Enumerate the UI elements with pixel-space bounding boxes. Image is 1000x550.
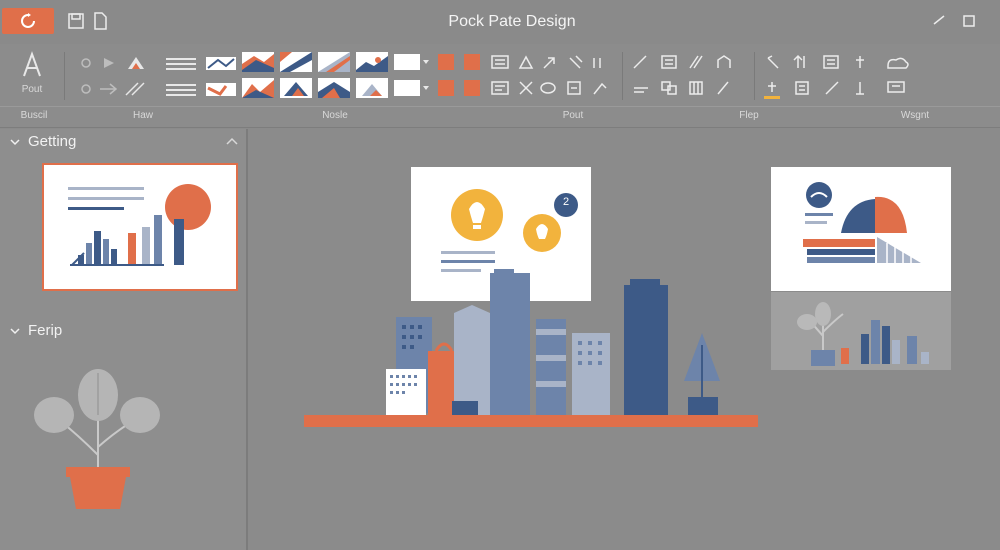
section-label: Ferip	[28, 322, 63, 339]
chart-card-lower-art	[797, 302, 929, 366]
slides-panel: Getting Ferip	[0, 129, 248, 550]
maximize-icon[interactable]	[960, 12, 978, 30]
color-swatches[interactable]	[438, 54, 484, 100]
slide-badge: 2	[562, 196, 570, 208]
chevron-down-icon	[10, 327, 20, 334]
minimize-icon[interactable]	[930, 12, 948, 30]
section-header-ferip[interactable]: Ferip	[10, 322, 62, 339]
format-icons-row2[interactable]	[78, 80, 238, 98]
ribbon-toolbar: Pout Buscil Haw Nosle Pout Flep Wsgnt	[0, 44, 1000, 128]
text-tool-icon[interactable]	[18, 50, 46, 80]
window-title: Pock Pate Design	[448, 13, 576, 30]
chevron-down-icon	[10, 138, 20, 145]
group-label-haw: Haw	[132, 110, 153, 121]
review-tools[interactable]	[764, 54, 914, 102]
group-label-flep: Flep	[739, 110, 759, 121]
chevron-up-icon[interactable]	[226, 137, 238, 147]
plant-illustration	[34, 369, 160, 509]
group-label-nosle: Nosle	[322, 110, 348, 121]
slide-thumbnail-selected[interactable]	[42, 163, 238, 291]
chart-card-art	[803, 182, 921, 263]
insert-tools[interactable]	[490, 54, 610, 102]
group-label-pout: Pout	[562, 110, 584, 121]
draw-tools[interactable]	[632, 54, 742, 102]
chart-card[interactable]	[771, 167, 951, 291]
title-bar: Pock Pate Design	[0, 0, 1000, 44]
layout-dropdown[interactable]	[394, 54, 430, 102]
format-icons-row1[interactable]	[78, 54, 238, 72]
section-label: Getting	[28, 133, 77, 150]
city-skyline-illustration	[304, 269, 758, 427]
first-tool-caption: Pout	[21, 84, 43, 95]
slide-canvas[interactable]: 2	[250, 129, 1000, 550]
slide-thumbnail-chart	[68, 184, 211, 266]
group-label-wsgnt: Wsgnt	[900, 110, 930, 121]
style-gallery[interactable]	[240, 52, 390, 104]
section-header-getting[interactable]: Getting	[10, 133, 76, 150]
group-label-buscil: Buscil	[20, 110, 48, 121]
chart-card-lower[interactable]	[771, 292, 951, 370]
